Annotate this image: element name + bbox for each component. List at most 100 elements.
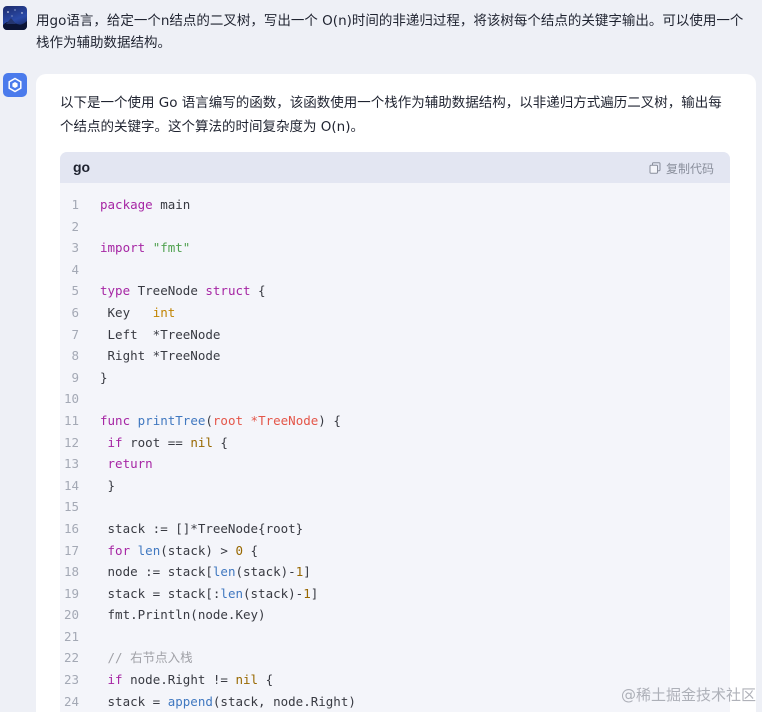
code-token: { (243, 542, 259, 558)
code-text: if root == nil { (100, 432, 228, 454)
code-language-label: go (73, 159, 91, 175)
line-number: 9 (71, 369, 79, 385)
code-token: ( (205, 412, 213, 428)
line-number: 7 (71, 326, 79, 342)
code-token: ) { (318, 412, 341, 428)
line-number: 17 (63, 542, 79, 558)
line-number: 11 (63, 412, 79, 428)
user-avatar-image-icon (3, 9, 27, 30)
code-token: len (137, 542, 161, 558)
code-line: 8 Right *TreeNode (60, 345, 730, 367)
code-token: struct (205, 283, 251, 299)
code-token: ] (303, 564, 311, 580)
line-number: 3 (71, 240, 79, 256)
code-token: for (107, 542, 131, 558)
line-number: 10 (63, 391, 79, 407)
code-token: ] (310, 585, 319, 601)
line-number: 13 (63, 456, 79, 472)
copy-icon (649, 162, 661, 174)
user-message-row: 用go语言，给定一个n结点的二叉树，写出一个 O(n)时间的非递归过程，将该树每… (0, 0, 762, 62)
code-line: 20 fmt.Println(node.Key) (60, 604, 730, 626)
code-token: "fmt" (152, 240, 191, 256)
code-token: stack = stack[: (100, 585, 221, 601)
assistant-message-bubble: 以下是一个使用 Go 语言编写的函数，该函数使用一个栈作为辅助数据结构，以非递归… (36, 74, 756, 712)
code-token: import (100, 240, 146, 256)
line-number: 14 (63, 477, 79, 493)
code-token: nil (190, 434, 213, 450)
code-line: 19 stack = stack[:len(stack)-1] (60, 583, 730, 605)
line-number: 19 (63, 585, 79, 601)
code-token: (stack)- (235, 564, 296, 580)
code-text: type TreeNode struct { (100, 280, 266, 302)
code-token: root == (122, 434, 191, 450)
line-number: 21 (63, 628, 79, 644)
chat-page: 用go语言，给定一个n结点的二叉树，写出一个 O(n)时间的非递归过程，将该树每… (0, 0, 762, 712)
code-line: 15 (60, 496, 730, 518)
code-line: 22 // 右节点入栈 (60, 647, 730, 669)
copy-code-label: 复制代码 (665, 161, 714, 176)
code-token: if (107, 434, 123, 450)
code-token: len (212, 564, 236, 580)
code-line: 13 return (60, 453, 730, 475)
code-line: 6 Key int (60, 302, 730, 324)
assistant-message-text: 以下是一个使用 Go 语言编写的函数，该函数使用一个栈作为辅助数据结构，以非递归… (60, 95, 722, 135)
line-number: 20 (63, 607, 79, 623)
code-token: (stack)- (243, 585, 304, 601)
code-token: if (107, 672, 123, 688)
user-message-text: 用go语言，给定一个n结点的二叉树，写出一个 O(n)时间的非递归过程，将该树每… (36, 13, 744, 51)
code-line: 7 Left *TreeNode (60, 324, 730, 346)
code-line: 1 package main (60, 194, 730, 216)
line-number: 16 (63, 520, 79, 536)
line-number: 15 (63, 499, 79, 515)
line-number: 12 (63, 434, 79, 450)
code-token: nil (235, 672, 259, 688)
code-line: 14 } (60, 475, 730, 497)
code-token: append (167, 693, 213, 709)
code-token: type (100, 283, 131, 299)
code-text: import "fmt" (100, 237, 190, 259)
code-token: (stack) > (160, 542, 236, 558)
line-number: 22 (63, 650, 79, 666)
code-token: 1 (303, 585, 311, 601)
code-token: } (100, 369, 108, 385)
code-token: node.Right != (122, 672, 236, 688)
code-line: 11 func printTree(root *TreeNode) { (60, 410, 730, 432)
code-text: Left *TreeNode (100, 324, 221, 346)
line-number: 18 (63, 564, 79, 580)
code-token: // 右节点入栈 (100, 650, 193, 666)
line-number: 23 (63, 672, 79, 688)
code-token: Right *TreeNode (100, 348, 221, 364)
code-lines: 1 package main 2 3 import "fmt" 4 5 type TreeNo… (60, 194, 730, 712)
line-number: 8 (71, 348, 79, 364)
code-token: *TreeNode (243, 412, 319, 428)
code-token: len (220, 585, 243, 601)
copy-code-button[interactable]: 复制代码 (649, 159, 714, 177)
code-token: stack = (100, 693, 168, 709)
assistant-avatar (3, 73, 27, 97)
code-text: // 右节点入栈 (100, 647, 193, 669)
code-text: stack = append(stack, node.Right) (100, 691, 356, 712)
code-token: package (100, 197, 153, 212)
code-token: main (152, 197, 191, 212)
code-token: Left *TreeNode (100, 326, 221, 342)
code-line: 3 import "fmt" (60, 237, 730, 259)
code-token: } (100, 477, 116, 493)
line-number: 2 (71, 218, 79, 234)
code-line: 12 if root == nil { (60, 432, 730, 454)
code-token: (stack, node.Right) (212, 693, 356, 709)
code-line: 10 (60, 388, 730, 410)
code-token: node := stack[ (100, 564, 213, 580)
code-token: Key (100, 304, 153, 320)
assistant-logo-icon (8, 77, 22, 93)
code-text: for len(stack) > 0 { (100, 540, 259, 562)
code-line: 4 (60, 259, 730, 281)
code-token: stack := []*TreeNode{root} (100, 520, 304, 536)
code-line: 9} (60, 367, 730, 389)
code-text: if node.Right != nil { (100, 669, 274, 691)
code-token: fmt.Println(node.Key) (100, 607, 266, 623)
